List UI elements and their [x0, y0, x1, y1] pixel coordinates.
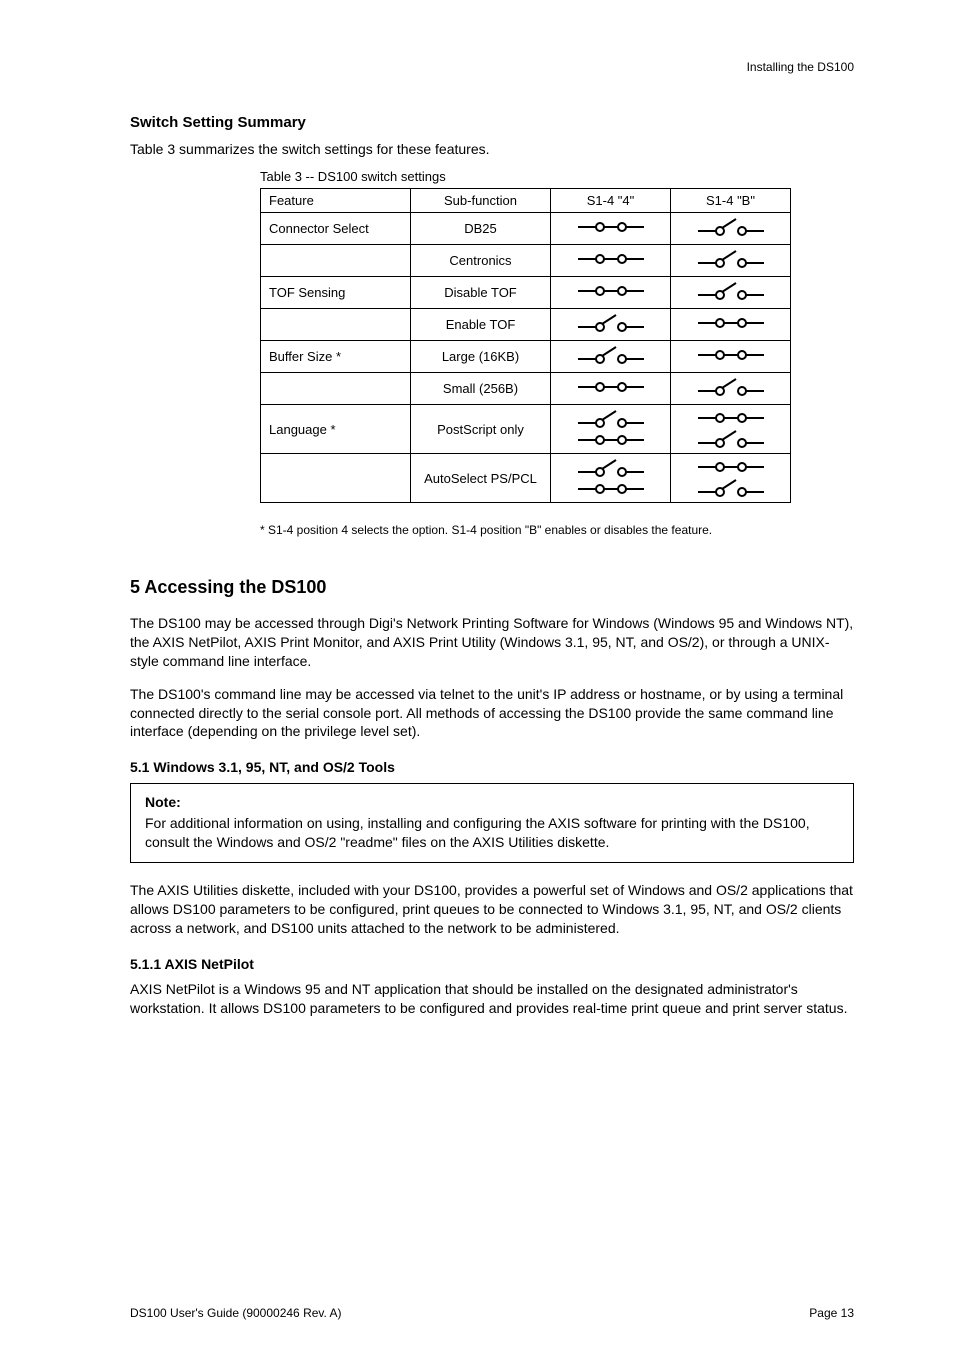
switch-open-icon	[696, 217, 766, 237]
table-caption: Table 3 -- DS100 switch settings	[260, 169, 854, 184]
cell-feature	[261, 373, 411, 405]
th-sb: S1-4 "B"	[671, 189, 791, 213]
cell-s4	[551, 309, 671, 341]
footer-left: DS100 User's Guide (90000246 Rev. A)	[130, 1306, 342, 1320]
switch-open-icon	[576, 409, 646, 429]
subsubsection-netpilot-title: 5.1.1 AXIS NetPilot	[130, 956, 854, 972]
accessing-p2: The DS100's command line may be accessed…	[130, 685, 854, 742]
cell-feature: Connector Select	[261, 213, 411, 245]
cell-sb	[671, 245, 791, 277]
cell-s4	[551, 277, 671, 309]
table-row: Buffer Size *Large (16KB)	[261, 341, 791, 373]
cell-sb	[671, 213, 791, 245]
table-row: Enable TOF	[261, 309, 791, 341]
cell-subfunction: DB25	[411, 213, 551, 245]
switch-closed-icon	[576, 218, 646, 236]
switch-closed-icon	[696, 458, 766, 476]
cell-subfunction: PostScript only	[411, 405, 551, 454]
cell-subfunction: Large (16KB)	[411, 341, 551, 373]
th-s4: S1-4 "4"	[551, 189, 671, 213]
switch-open-icon	[576, 345, 646, 365]
th-feature: Feature	[261, 189, 411, 213]
page-header: Installing the DS100	[130, 60, 854, 74]
table-row: TOF SensingDisable TOF	[261, 277, 791, 309]
switch-closed-icon	[696, 409, 766, 427]
note-label: Note:	[145, 794, 181, 810]
cell-s4	[551, 341, 671, 373]
cell-s4	[551, 373, 671, 405]
cell-sb	[671, 405, 791, 454]
switch-open-icon	[576, 313, 646, 333]
cell-sb	[671, 373, 791, 405]
netpilot-p1: AXIS NetPilot is a Windows 95 and NT app…	[130, 980, 854, 1018]
switch-closed-icon	[576, 378, 646, 396]
cell-subfunction: Centronics	[411, 245, 551, 277]
footer-right: Page 13	[809, 1306, 854, 1320]
cell-feature: TOF Sensing	[261, 277, 411, 309]
switch-closed-icon	[576, 431, 646, 449]
cell-feature	[261, 309, 411, 341]
note-text: For additional information on using, ins…	[145, 814, 839, 852]
cell-sb	[671, 277, 791, 309]
cell-s4	[551, 454, 671, 503]
cell-subfunction: Disable TOF	[411, 277, 551, 309]
table-row: Connector SelectDB25	[261, 213, 791, 245]
section-switch-summary-desc: Table 3 summarizes the switch settings f…	[130, 141, 854, 157]
cell-subfunction: Enable TOF	[411, 309, 551, 341]
table-row: Language *PostScript only	[261, 405, 791, 454]
cell-feature: Language *	[261, 405, 411, 454]
section-switch-summary-title: Switch Setting Summary	[130, 114, 854, 131]
note-box: Note: For additional information on usin…	[130, 783, 854, 863]
switch-open-icon	[696, 281, 766, 301]
switch-open-icon	[576, 458, 646, 478]
table-header-row: Feature Sub-function S1-4 "4" S1-4 "B"	[261, 189, 791, 213]
cell-feature	[261, 245, 411, 277]
subsection-windows-tools-title: 5.1 Windows 3.1, 95, NT, and OS/2 Tools	[130, 759, 854, 775]
cell-s4	[551, 245, 671, 277]
cell-sb	[671, 309, 791, 341]
th-subfunction: Sub-function	[411, 189, 551, 213]
cell-subfunction: Small (256B)	[411, 373, 551, 405]
table-row: Small (256B)	[261, 373, 791, 405]
section-accessing-heading: 5 Accessing the DS100	[130, 577, 854, 598]
switch-open-icon	[696, 429, 766, 449]
switch-closed-icon	[576, 250, 646, 268]
cell-s4	[551, 213, 671, 245]
switch-open-icon	[696, 377, 766, 397]
table-row: Centronics	[261, 245, 791, 277]
switch-open-icon	[696, 478, 766, 498]
cell-subfunction: AutoSelect PS/PCL	[411, 454, 551, 503]
cell-feature	[261, 454, 411, 503]
switch-settings-table: Feature Sub-function S1-4 "4" S1-4 "B" C…	[260, 188, 791, 503]
switch-open-icon	[696, 249, 766, 269]
accessing-p1: The DS100 may be accessed through Digi's…	[130, 614, 854, 671]
table-row: AutoSelect PS/PCL	[261, 454, 791, 503]
page-footer: DS100 User's Guide (90000246 Rev. A) Pag…	[130, 1306, 854, 1320]
switch-closed-icon	[696, 346, 766, 364]
cell-feature: Buffer Size *	[261, 341, 411, 373]
cell-s4	[551, 405, 671, 454]
table-footnote: * S1-4 position 4 selects the option. S1…	[260, 523, 854, 537]
switch-closed-icon	[576, 282, 646, 300]
cell-sb	[671, 454, 791, 503]
switch-closed-icon	[576, 480, 646, 498]
switch-closed-icon	[696, 314, 766, 332]
cell-sb	[671, 341, 791, 373]
windows-tools-p1: The AXIS Utilities diskette, included wi…	[130, 881, 854, 938]
